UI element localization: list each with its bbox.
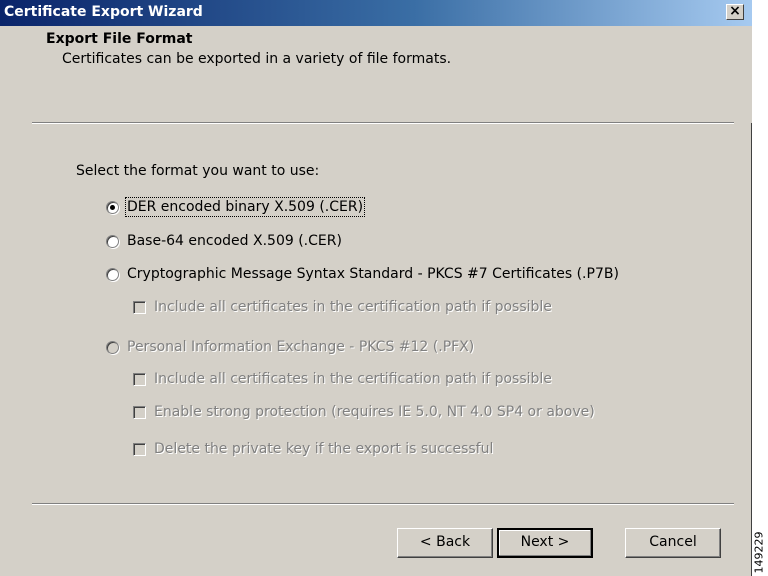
radio-pkcs7-label[interactable]: Cryptographic Message Syntax Standard - … xyxy=(127,266,619,282)
cancel-button[interactable]: Cancel xyxy=(625,528,721,558)
checkbox-pfx-include xyxy=(133,372,146,386)
radio-der-label[interactable]: DER encoded binary X.509 (.CER) xyxy=(124,197,366,217)
next-button[interactable]: Next > xyxy=(497,528,593,558)
checkbox-pfx-delete-key xyxy=(133,442,146,456)
radio-pfx-button xyxy=(106,340,119,354)
radio-pkcs7-option[interactable]: Cryptographic Message Syntax Standard - … xyxy=(106,266,619,282)
checkbox-pfx-strong-option: Enable strong protection (requires IE 5.… xyxy=(133,404,595,420)
radio-pfx-option: Personal Information Exchange - PKCS #12… xyxy=(106,339,474,355)
checkbox-pfx-delete-option: Delete the private key if the export is … xyxy=(133,441,493,457)
format-prompt: Select the format you want to use: xyxy=(76,163,320,179)
title-bar[interactable]: Certificate Export Wizard × xyxy=(0,0,752,26)
checkbox-pfx-include-option: Include all certificates in the certific… xyxy=(133,371,552,387)
figure-code: 149229 xyxy=(752,530,768,576)
back-button[interactable]: < Back xyxy=(397,528,493,558)
checkbox-pkcs7-include-label: Include all certificates in the certific… xyxy=(154,299,552,315)
footer-divider xyxy=(32,503,734,505)
checkbox-pkcs7-include xyxy=(133,300,146,314)
radio-base64-label[interactable]: Base-64 encoded X.509 (.CER) xyxy=(127,233,342,249)
header-divider xyxy=(32,122,734,124)
figure-code-text: 149229 xyxy=(752,531,766,574)
radio-pkcs7-button[interactable] xyxy=(106,267,119,281)
radio-der-button[interactable] xyxy=(106,200,119,214)
window-title: Certificate Export Wizard xyxy=(4,4,203,20)
certificate-export-dialog: Certificate Export Wizard × Export File … xyxy=(0,0,752,576)
page-title: Export File Format xyxy=(46,31,193,47)
radio-pfx-label: Personal Information Exchange - PKCS #12… xyxy=(127,339,475,355)
radio-der-option[interactable]: DER encoded binary X.509 (.CER) xyxy=(106,197,366,217)
checkbox-pfx-delete-label: Delete the private key if the export is … xyxy=(154,441,494,457)
checkbox-pfx-strong-label: Enable strong protection (requires IE 5.… xyxy=(154,404,595,420)
radio-base64-button[interactable] xyxy=(106,234,119,248)
page-subtitle: Certificates can be exported in a variet… xyxy=(62,51,452,67)
checkbox-pkcs7-include-option: Include all certificates in the certific… xyxy=(133,299,552,315)
checkbox-pfx-strong-protection xyxy=(133,405,146,419)
radio-base64-option[interactable]: Base-64 encoded X.509 (.CER) xyxy=(106,233,342,249)
checkbox-pfx-include-label: Include all certificates in the certific… xyxy=(154,371,552,387)
close-button[interactable]: × xyxy=(726,4,744,20)
